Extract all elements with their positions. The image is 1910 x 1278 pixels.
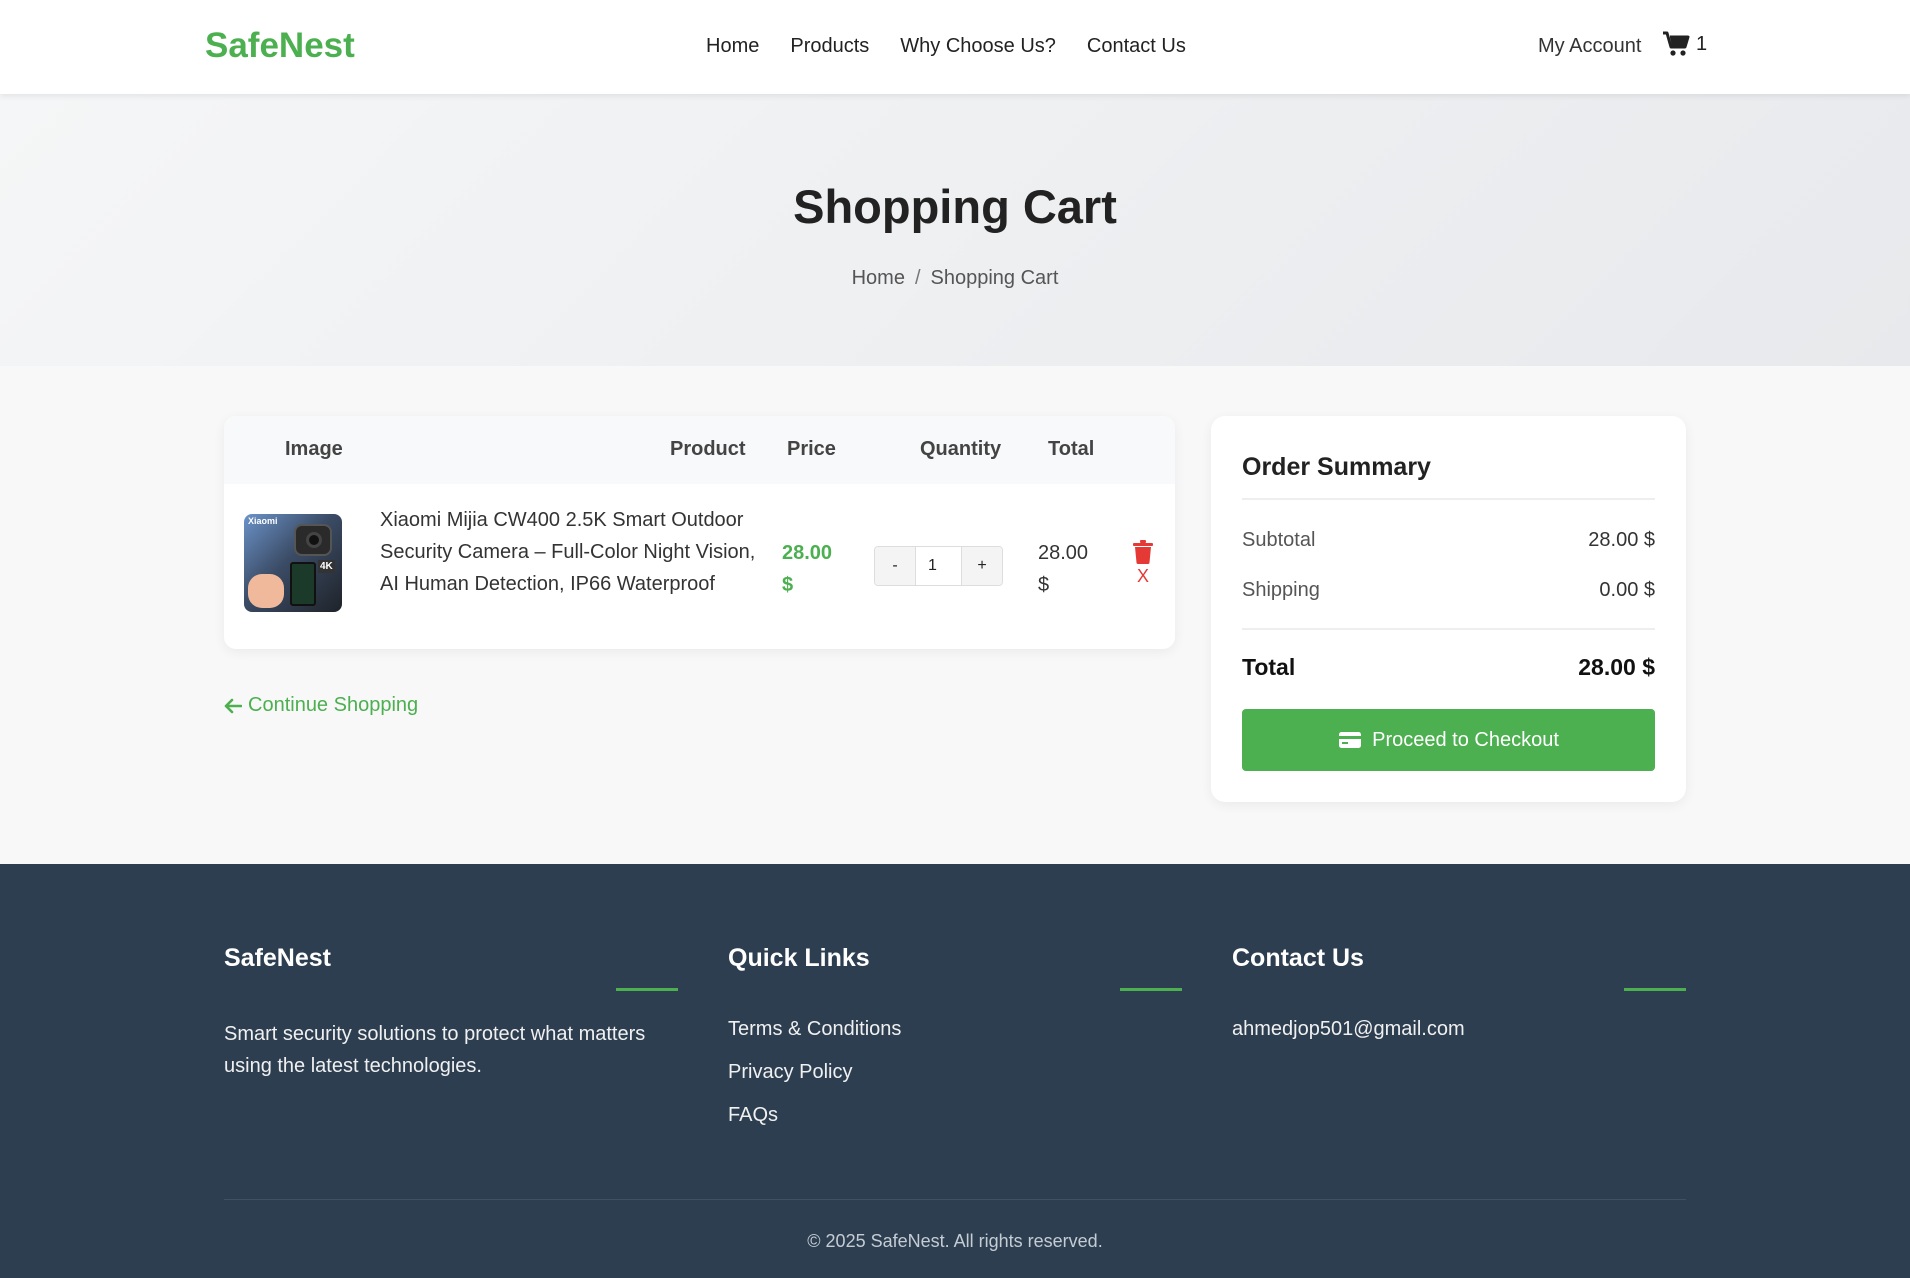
- breadcrumb: Home / Shopping Cart: [0, 267, 1910, 290]
- continue-shopping-link[interactable]: Continue Shopping: [224, 694, 418, 717]
- site-header: SafeNest Home Products Why Choose Us? Co…: [0, 0, 1910, 94]
- footer-links-list: Terms & Conditions Privacy Policy FAQs: [728, 1018, 1182, 1127]
- table-header: Image Product Price Quantity Total: [224, 416, 1175, 484]
- product-name[interactable]: Xiaomi Mijia CW400 2.5K Smart Outdoor Se…: [380, 504, 760, 600]
- subtotal-label: Subtotal: [1242, 529, 1316, 551]
- order-summary-title: Order Summary: [1242, 416, 1655, 500]
- footer-divider: [224, 1199, 1686, 1200]
- cart-icon: [1663, 31, 1690, 56]
- footer-quick-links: Quick Links Terms & Conditions Privacy P…: [728, 944, 1182, 1147]
- continue-shopping-label: Continue Shopping: [248, 694, 419, 716]
- nav-why-choose-us[interactable]: Why Choose Us?: [900, 35, 1056, 58]
- remove-item-button[interactable]: X: [1132, 540, 1154, 587]
- cart-table: Image Product Price Quantity Total Xiaom…: [224, 416, 1175, 649]
- my-account-link[interactable]: My Account: [1538, 35, 1641, 58]
- row-total: 28.00 $: [1038, 542, 1089, 596]
- table-row: Xiaomi 4K Xiaomi Mijia CW400 2.5K Smart …: [224, 484, 1175, 649]
- quantity-input[interactable]: [915, 547, 962, 585]
- main-nav: Home Products Why Choose Us? Contact Us: [706, 35, 1186, 58]
- footer-link-privacy[interactable]: Privacy Policy: [728, 1061, 1182, 1084]
- footer-about-title: SafeNest: [224, 944, 678, 992]
- footer-email[interactable]: ahmedjop501@gmail.com: [1232, 1018, 1686, 1041]
- subtotal-value: 28.00 $: [1588, 529, 1655, 551]
- footer-about: SafeNest Smart security solutions to pro…: [224, 944, 678, 1082]
- nav-home[interactable]: Home: [706, 35, 759, 58]
- column-total: Total: [1048, 438, 1095, 460]
- shipping-label: Shipping: [1242, 579, 1320, 601]
- remove-item-label[interactable]: X: [1132, 566, 1154, 587]
- quantity-stepper: - +: [874, 546, 1003, 586]
- footer-links-title: Quick Links: [728, 944, 1182, 992]
- summary-shipping: Shipping 0.00 $: [1242, 579, 1655, 630]
- page-title: Shopping Cart: [793, 180, 1117, 233]
- column-price: Price: [787, 438, 836, 460]
- arrow-left-icon: [224, 698, 242, 713]
- checkout-label: Proceed to Checkout: [1372, 728, 1559, 751]
- summary-subtotal: Subtotal 28.00 $: [1242, 529, 1655, 552]
- nav-products[interactable]: Products: [790, 35, 869, 58]
- total-label: Total: [1242, 654, 1296, 680]
- site-logo[interactable]: SafeNest: [205, 26, 355, 66]
- footer-link-terms[interactable]: Terms & Conditions: [728, 1018, 1182, 1041]
- quantity-increase-button[interactable]: +: [962, 547, 1002, 585]
- camera-lens-shape: [306, 532, 322, 548]
- footer-copyright: © 2025 SafeNest. All rights reserved.: [807, 1231, 1103, 1251]
- footer-contact: Contact Us ahmedjop501@gmail.com: [1232, 944, 1686, 1041]
- breadcrumb-current: Shopping Cart: [930, 267, 1059, 289]
- nav-contact-us[interactable]: Contact Us: [1087, 35, 1186, 58]
- page-hero: Shopping Cart Home / Shopping Cart: [0, 94, 1910, 366]
- breadcrumb-separator: /: [914, 267, 921, 289]
- product-price: 28.00 $: [782, 542, 833, 596]
- cart-count: 1: [1696, 33, 1708, 55]
- column-quantity: Quantity: [920, 438, 1002, 460]
- column-product: Product: [670, 438, 746, 460]
- shipping-value: 0.00 $: [1599, 579, 1655, 601]
- credit-card-icon: [1339, 732, 1362, 748]
- footer-contact-title: Contact Us: [1232, 944, 1686, 992]
- footer-about-text: Smart security solutions to protect what…: [224, 1023, 646, 1077]
- total-value: 28.00 $: [1578, 654, 1655, 680]
- summary-total: Total 28.00 $: [1242, 654, 1655, 681]
- column-image: Image: [285, 438, 343, 460]
- hand-shape: [248, 574, 284, 608]
- cart-link[interactable]: 1: [1662, 31, 1707, 58]
- product-image[interactable]: Xiaomi 4K: [244, 514, 342, 612]
- quantity-decrease-button[interactable]: -: [875, 547, 915, 585]
- product-image-brand: Xiaomi: [248, 516, 278, 526]
- site-footer: SafeNest Smart security solutions to pro…: [0, 864, 1910, 1278]
- breadcrumb-home[interactable]: Home: [852, 267, 905, 289]
- phone-screen-shape: [290, 562, 316, 606]
- cart-section: Image Product Price Quantity Total Xiaom…: [0, 366, 1910, 864]
- trash-icon: [1133, 540, 1153, 564]
- product-image-badge: 4K: [318, 560, 335, 573]
- proceed-to-checkout-button[interactable]: Proceed to Checkout: [1242, 709, 1655, 771]
- order-summary: Order Summary Subtotal 28.00 $ Shipping …: [1211, 416, 1686, 802]
- footer-link-faqs[interactable]: FAQs: [728, 1104, 1182, 1127]
